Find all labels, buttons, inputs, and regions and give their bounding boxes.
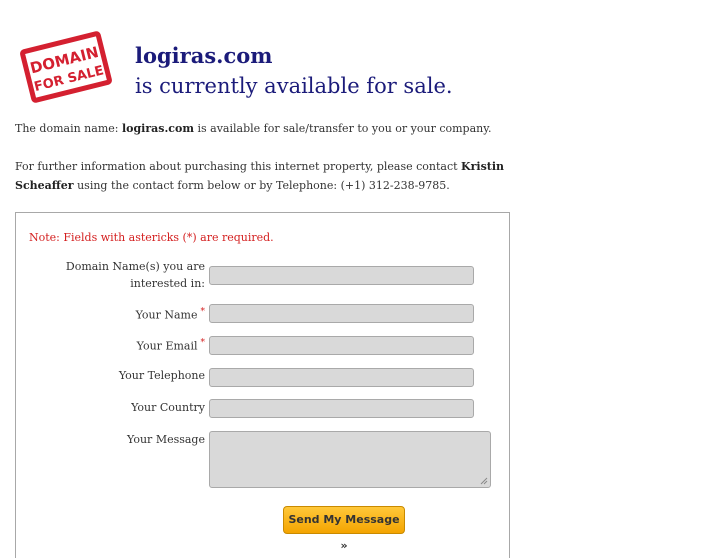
name-required-mark: * bbox=[200, 307, 206, 317]
required-note: Note: Fields with astericks (*) are requ… bbox=[29, 231, 274, 244]
message-label: Your Message bbox=[127, 433, 205, 446]
intro-domain: logiras.com bbox=[121, 122, 194, 135]
contact-prefix: For further information about purchasing… bbox=[15, 160, 462, 173]
headline: logiras.com is currently available for s… bbox=[135, 40, 453, 102]
telephone-input[interactable] bbox=[209, 368, 474, 387]
name-label-text: Your Name bbox=[135, 308, 198, 322]
contact-form: Note: Fields with astericks (*) are requ… bbox=[15, 212, 510, 558]
name-input[interactable] bbox=[209, 304, 474, 323]
send-message-button[interactable]: Send My Message » bbox=[283, 506, 405, 552]
email-required-mark: * bbox=[200, 338, 206, 348]
country-input[interactable] bbox=[209, 399, 474, 418]
message-textarea[interactable] bbox=[209, 431, 491, 488]
intro-suffix: is available for sale/transfer to you or… bbox=[193, 122, 492, 135]
country-label: Your Country bbox=[131, 401, 205, 414]
contact-paragraph: For further information about purchasing… bbox=[15, 157, 515, 195]
domain-label: Domain Name(s) you are interested in: bbox=[65, 260, 205, 290]
email-label: Your Email * bbox=[137, 335, 205, 355]
headline-domain: logiras.com bbox=[135, 43, 273, 68]
resize-grip-icon[interactable] bbox=[480, 477, 488, 485]
domain-for-sale-stamp: DOMAIN FOR SALE bbox=[20, 31, 112, 103]
name-label: Your Name * bbox=[136, 304, 205, 324]
email-label-text: Your Email bbox=[136, 339, 198, 353]
telephone-label: Your Telephone bbox=[118, 369, 205, 382]
contact-suffix: using the contact form below or by Telep… bbox=[73, 179, 450, 192]
intro-prefix: The domain name: bbox=[15, 122, 122, 135]
email-input[interactable] bbox=[209, 336, 474, 355]
intro-paragraph: The domain name: logiras.com is availabl… bbox=[15, 119, 535, 138]
domain-input[interactable] bbox=[209, 266, 474, 285]
headline-availability: is currently available for sale. bbox=[135, 74, 453, 98]
